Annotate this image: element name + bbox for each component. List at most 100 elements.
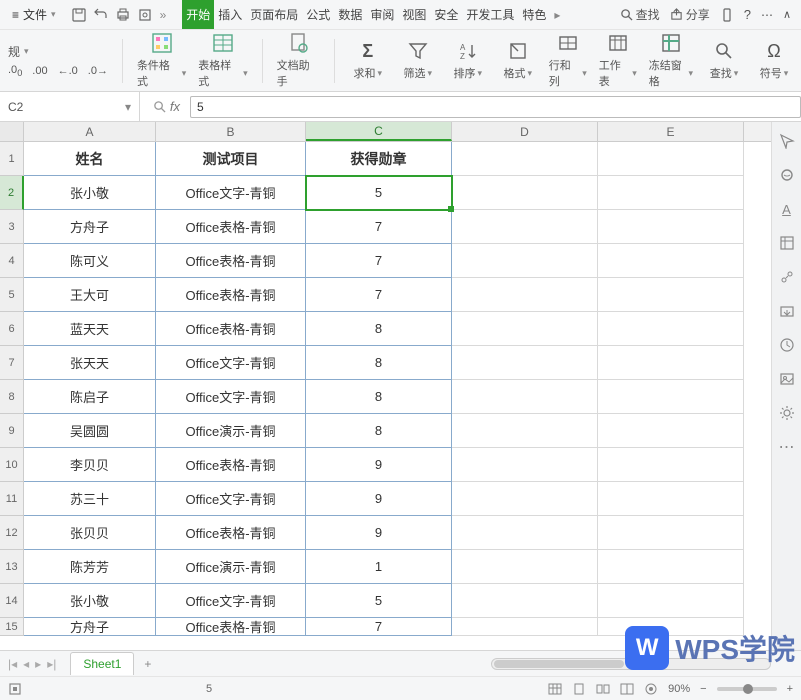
cell-A6[interactable]: 蓝天天 <box>24 312 156 346</box>
cell-C15[interactable]: 7 <box>306 618 452 636</box>
cell-D4[interactable] <box>452 244 598 278</box>
cursor-icon[interactable] <box>778 132 796 150</box>
analysis-icon[interactable] <box>778 268 796 286</box>
cell-E3[interactable] <box>598 210 744 244</box>
tab-insert[interactable]: 插入 <box>214 0 246 29</box>
tab-formula[interactable]: 公式 <box>302 0 334 29</box>
cell-B12[interactable]: Office表格-青铜 <box>156 516 306 550</box>
cell-A10[interactable]: 李贝贝 <box>24 448 156 482</box>
cell-A7[interactable]: 张天天 <box>24 346 156 380</box>
select-all-corner[interactable] <box>0 122 24 141</box>
name-box[interactable]: C2 ▾ <box>0 92 140 121</box>
cell-C10[interactable]: 9 <box>306 448 452 482</box>
conditional-format-button[interactable]: 条件格式▾ <box>137 32 186 89</box>
cell-C4[interactable]: 7 <box>306 244 452 278</box>
more-menu-icon[interactable]: ⋯ <box>761 8 773 22</box>
cell-E1[interactable] <box>598 142 744 176</box>
cell-B3[interactable]: Office表格-青铜 <box>156 210 306 244</box>
cell-B4[interactable]: Office表格-青铜 <box>156 244 306 278</box>
backup-icon[interactable] <box>778 302 796 320</box>
sort-button[interactable]: AZ 排序▾ <box>449 40 487 81</box>
cell-B13[interactable]: Office演示-青铜 <box>156 550 306 584</box>
sum-button[interactable]: Σ 求和▾ <box>349 40 387 81</box>
cell-D5[interactable] <box>452 278 598 312</box>
cell-E6[interactable] <box>598 312 744 346</box>
cell-C1[interactable]: 获得勋章 <box>306 142 452 176</box>
cell-E10[interactable] <box>598 448 744 482</box>
cell-C12[interactable]: 9 <box>306 516 452 550</box>
cell-A15[interactable]: 方舟子 <box>24 618 156 636</box>
cell-C11[interactable]: 9 <box>306 482 452 516</box>
phone-icon[interactable] <box>720 8 734 22</box>
cell-A4[interactable]: 陈可义 <box>24 244 156 278</box>
select-object-icon[interactable] <box>778 166 796 184</box>
tabs-overflow-icon[interactable]: ▸ <box>550 8 564 22</box>
view-split-icon[interactable] <box>620 682 634 696</box>
tab-nav-last-icon[interactable]: ▸| <box>47 657 56 671</box>
col-header-C[interactable]: C <box>306 122 452 141</box>
file-menu[interactable]: ≡ 文件 ▾ <box>6 6 62 23</box>
cell-E13[interactable] <box>598 550 744 584</box>
col-header-E[interactable]: E <box>598 122 744 141</box>
cell-B9[interactable]: Office演示-青铜 <box>156 414 306 448</box>
formula-input[interactable]: 5 <box>190 96 801 118</box>
zoom-slider[interactable] <box>717 687 777 691</box>
cell-E15[interactable] <box>598 618 744 636</box>
tab-special[interactable]: 特色 <box>518 0 550 29</box>
cell-E14[interactable] <box>598 584 744 618</box>
zoom-out-icon[interactable]: − <box>700 683 706 695</box>
tab-nav-next-icon[interactable]: ▸ <box>35 657 41 671</box>
cell-A3[interactable]: 方舟子 <box>24 210 156 244</box>
row-header[interactable]: 3 <box>0 210 24 244</box>
row-header[interactable]: 2 <box>0 176 24 210</box>
col-header-B[interactable]: B <box>156 122 306 141</box>
search-button[interactable]: 查找 <box>620 6 660 23</box>
row-header[interactable]: 1 <box>0 142 24 176</box>
cell-D2[interactable] <box>452 176 598 210</box>
tab-data[interactable]: 数据 <box>334 0 366 29</box>
cell-E5[interactable] <box>598 278 744 312</box>
symbol-button[interactable]: Ω 符号▾ <box>755 40 793 81</box>
row-header[interactable]: 11 <box>0 482 24 516</box>
cell-B15[interactable]: Office表格-青铜 <box>156 618 306 636</box>
add-sheet-button[interactable]: + <box>134 657 161 671</box>
view-page-icon[interactable] <box>572 682 586 696</box>
cell-B10[interactable]: Office表格-青铜 <box>156 448 306 482</box>
cell-B5[interactable]: Office表格-青铜 <box>156 278 306 312</box>
cell-C7[interactable]: 8 <box>306 346 452 380</box>
dec-shift-right-icon[interactable]: .0→ <box>88 65 108 77</box>
cell-E9[interactable] <box>598 414 744 448</box>
cell-A11[interactable]: 苏三十 <box>24 482 156 516</box>
dec-shift-left-icon[interactable]: ←.0 <box>58 65 78 77</box>
cell-D15[interactable] <box>452 618 598 636</box>
row-header[interactable]: 15 <box>0 618 24 636</box>
gear-icon[interactable] <box>778 404 796 422</box>
tab-devtools[interactable]: 开发工具 <box>462 0 518 29</box>
rowcol-button[interactable]: 行和列▾ <box>549 32 587 89</box>
decrease-decimal-icon[interactable]: .00 <box>8 64 22 78</box>
cell-D12[interactable] <box>452 516 598 550</box>
row-header[interactable]: 9 <box>0 414 24 448</box>
cell-D13[interactable] <box>452 550 598 584</box>
cell-E12[interactable] <box>598 516 744 550</box>
cell-D14[interactable] <box>452 584 598 618</box>
status-mode-icon[interactable] <box>8 682 22 696</box>
cell-B6[interactable]: Office表格-青铜 <box>156 312 306 346</box>
zoom-in-icon[interactable]: + <box>787 683 793 695</box>
horizontal-scrollbar[interactable] <box>491 658 771 670</box>
cell-B2[interactable]: Office文字-青铜 <box>156 176 306 210</box>
tab-nav-first-icon[interactable]: |◂ <box>8 657 17 671</box>
cell-D1[interactable] <box>452 142 598 176</box>
cell-C8[interactable]: 8 <box>306 380 452 414</box>
cell-A13[interactable]: 陈芳芳 <box>24 550 156 584</box>
cell-E4[interactable] <box>598 244 744 278</box>
help-icon[interactable]: ? <box>744 7 751 22</box>
row-header[interactable]: 13 <box>0 550 24 584</box>
tab-pagelayout[interactable]: 页面布局 <box>246 0 302 29</box>
cell-D6[interactable] <box>452 312 598 346</box>
cell-D9[interactable] <box>452 414 598 448</box>
format-button[interactable]: 格式▾ <box>499 40 537 81</box>
cell-A5[interactable]: 王大可 <box>24 278 156 312</box>
preview-icon[interactable] <box>138 8 152 22</box>
cell-C5[interactable]: 7 <box>306 278 452 312</box>
